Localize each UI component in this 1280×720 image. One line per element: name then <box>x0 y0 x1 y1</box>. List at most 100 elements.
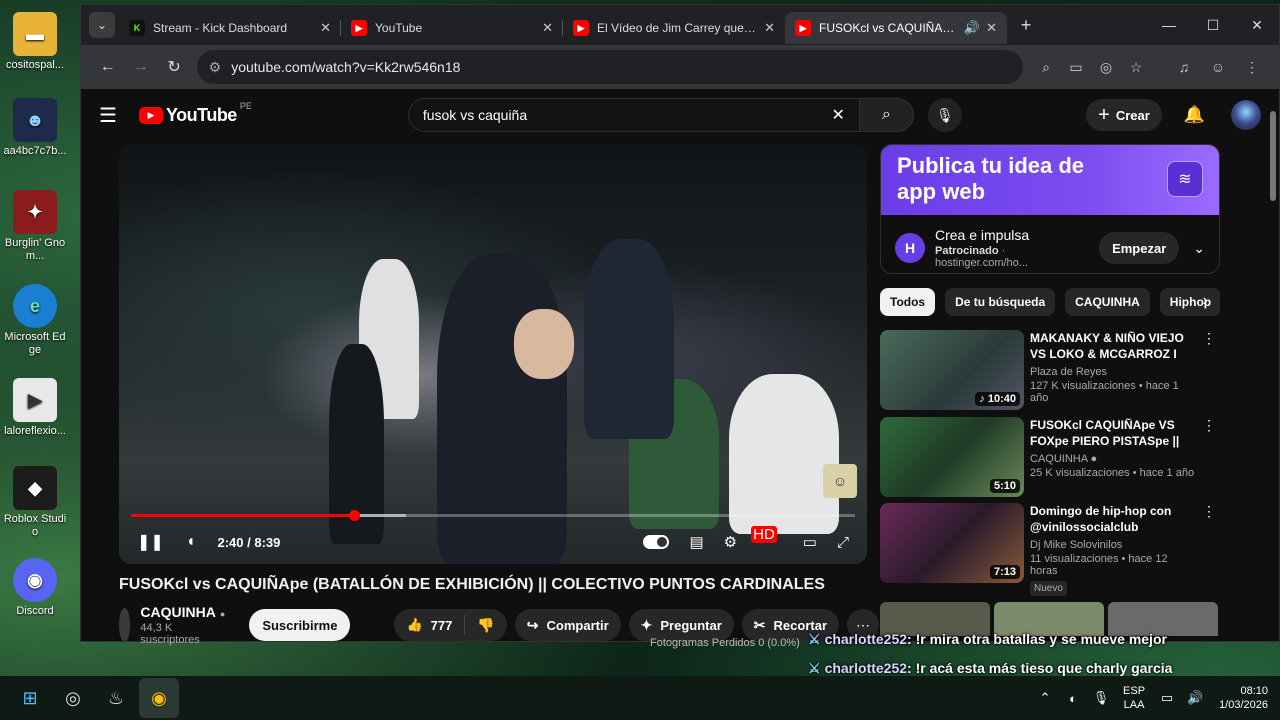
channel-avatar[interactable] <box>119 608 131 642</box>
desktop-icon-label: cositospal... <box>5 59 65 71</box>
rec-title[interactable]: MAKANAKY & NIÑO VIEJO VS LOKO & MCGARROZ… <box>1030 330 1196 362</box>
maximize-icon[interactable]: ☐ <box>1191 17 1235 34</box>
search-button[interactable]: ⌕ <box>859 98 914 132</box>
progress-bar[interactable] <box>131 510 855 521</box>
ad-banner[interactable]: Publica tu idea de app web ≋ <box>881 145 1219 215</box>
tab-jim-carrey-video[interactable]: ▶ El Vídeo de Jim Carrey que es e ✕ <box>563 12 785 44</box>
video-frame-face <box>514 309 574 379</box>
more-vert-icon[interactable]: ⋮ <box>1202 330 1216 347</box>
more-vert-icon[interactable]: ⋮ <box>1202 417 1216 434</box>
site-info-icon[interactable]: ⚙ <box>209 59 222 76</box>
share-button[interactable]: ↪ Compartir <box>514 609 621 641</box>
notifications-bell-icon[interactable]: 🔔 <box>1184 105 1205 125</box>
volume-icon[interactable]: ◖ <box>186 533 196 551</box>
zoom-icon[interactable]: ⌕ <box>1031 59 1061 76</box>
menu-dots-icon[interactable]: ⋮ <box>1235 59 1269 76</box>
ad-cta-button[interactable]: Empezar <box>1099 232 1180 264</box>
tab-kick-dashboard[interactable]: K Stream - Kick Dashboard ✕ <box>119 12 341 44</box>
autoplay-toggle[interactable] <box>643 535 670 549</box>
tab-close-icon[interactable]: ✕ <box>320 20 331 36</box>
chevron-up-icon[interactable]: ⌃ <box>1031 690 1059 706</box>
desktop-icon-discord[interactable]: ◉ Discord <box>2 558 68 618</box>
speaker-icon[interactable]: 🔊 <box>1181 690 1209 706</box>
tray-app-icon[interactable]: ◐ <box>1059 691 1087 706</box>
minimize-icon[interactable]: — <box>1147 17 1191 34</box>
channel-watermark[interactable]: ☺ <box>823 464 857 498</box>
hostinger-logo-icon: H <box>895 233 925 263</box>
tab-youtube[interactable]: ▶ YouTube ✕ <box>341 12 563 44</box>
tab-close-icon[interactable]: ✕ <box>986 20 997 36</box>
fullscreen-icon[interactable]: ⤢ <box>837 534 849 551</box>
profile-icon[interactable]: ☺ <box>1201 59 1235 76</box>
sponsored-ad[interactable]: Publica tu idea de app web ≋ H Crea e im… <box>880 144 1220 274</box>
rec-channel[interactable]: CAQUINHA ● <box>1030 453 1196 465</box>
tab-close-icon[interactable]: ✕ <box>764 20 775 36</box>
chip-from-search[interactable]: De tu búsqueda <box>945 288 1056 316</box>
steam-icon[interactable]: ♨ <box>96 678 136 718</box>
rec-channel[interactable]: Dj Mike Solovinilos <box>1030 539 1196 551</box>
media-control-icon[interactable]: ♫ <box>1167 59 1201 76</box>
desktop-icon-video-file[interactable]: ▶ laloreflexio... <box>2 378 68 438</box>
rec-channel[interactable]: Plaza de Reyes <box>1030 366 1196 378</box>
voice-search-button[interactable]: 🎙 <box>927 98 962 132</box>
youtube-logo[interactable]: ▶ YouTube PE <box>139 101 252 126</box>
desktop-icon-avatar-art[interactable]: ☻ aa4bc7c7b... <box>2 98 68 158</box>
reload-icon[interactable]: ↻ <box>157 57 190 77</box>
back-icon[interactable]: ← <box>91 58 124 76</box>
video-player[interactable]: ☺ ❚❚ ◖ 2:40 / 8:39 ▤ ⚙ HD ▭ ⤢ <box>119 144 867 564</box>
chip-channel[interactable]: CAQUINHA <box>1065 288 1150 316</box>
chip-hiphop[interactable]: Hiphop <box>1159 288 1220 316</box>
share-label: Compartir <box>546 617 609 633</box>
settings-gear-icon[interactable]: ⚙ <box>724 533 737 551</box>
subtitles-icon[interactable]: ▤ <box>689 533 703 551</box>
desktop-icon-game[interactable]: ✦ Burglin' Gnom... <box>2 190 68 263</box>
hamburger-menu-icon[interactable]: ☰ <box>99 103 139 128</box>
rec-title[interactable]: FUSOKcl CAQUIÑApe VS FOXpe PIERO PISTASp… <box>1030 417 1196 449</box>
like-button[interactable]: 👍 777 <box>394 615 466 635</box>
tab-audio-icon[interactable]: 🔊 <box>964 20 980 36</box>
rec-title[interactable]: Domingo de hip-hop con @vinilossocialclu… <box>1030 503 1196 535</box>
clear-search-icon[interactable]: ✕ <box>831 105 844 125</box>
chrome-icon[interactable]: ◉ <box>139 678 179 718</box>
list-item[interactable]: 7:13 Domingo de hip-hop con @vinilossoci… <box>880 503 1220 596</box>
video-thumbnail[interactable]: ♪ 10:40 <box>880 330 1024 410</box>
chevron-right-icon[interactable]: › <box>1203 292 1208 310</box>
list-item[interactable]: 5:10 FUSOKcl CAQUIÑApe VS FOXpe PIERO PI… <box>880 417 1220 497</box>
desktop-icon-roblox[interactable]: ◆ Roblox Studio <box>2 466 68 539</box>
bookmark-star-icon[interactable]: ☆ <box>1121 59 1151 76</box>
rec-meta: 11 visualizaciones • hace 12 horas <box>1030 553 1168 577</box>
tab-search-button[interactable]: ⌄ <box>89 12 115 38</box>
more-vert-icon[interactable]: ⋮ <box>1202 503 1216 520</box>
list-item[interactable]: ♪ 10:40 MAKANAKY & NIÑO VIEJO VS LOKO & … <box>880 330 1220 410</box>
new-tab-button[interactable]: + <box>1013 15 1039 36</box>
desktop-icon-folder[interactable]: ▬ cositospal... <box>2 12 68 72</box>
mic-tray-icon[interactable]: 🎙 <box>1087 690 1115 706</box>
tab-fusok-video[interactable]: ▶ FUSOKcl vs CAQUIÑApe (BA 🔊 ✕ <box>785 12 1007 44</box>
clock[interactable]: 08:10 1/03/2026 <box>1219 684 1268 712</box>
language-indicator[interactable]: ESP LAA <box>1123 684 1145 712</box>
cast-icon[interactable]: ▭ <box>1061 59 1091 76</box>
page-scrollbar[interactable] <box>1269 101 1277 641</box>
forward-icon[interactable]: → <box>124 58 157 76</box>
youtube-favicon-icon: ▶ <box>351 20 367 36</box>
account-avatar[interactable] <box>1231 100 1261 130</box>
video-thumbnail[interactable]: 7:13 <box>880 503 1024 583</box>
channel-name[interactable]: CAQUINHA <box>140 604 215 620</box>
create-button[interactable]: + Crear <box>1086 99 1162 131</box>
desktop-icon-edge[interactable]: e Microsoft Edge <box>2 284 68 357</box>
subscribe-button[interactable]: Suscribirme <box>249 609 351 641</box>
pause-icon[interactable]: ❚❚ <box>137 532 164 552</box>
obs-icon[interactable]: ◎ <box>53 678 93 718</box>
close-window-icon[interactable]: ✕ <box>1235 17 1279 34</box>
windows-start-icon[interactable]: ⊞ <box>10 678 50 718</box>
theater-mode-icon[interactable]: ▭ <box>803 533 817 551</box>
eye-off-icon[interactable]: ◎ <box>1091 59 1121 76</box>
chip-all[interactable]: Todos <box>880 288 936 316</box>
tab-close-icon[interactable]: ✕ <box>542 20 553 36</box>
dislike-button[interactable]: 👎 <box>465 617 506 634</box>
network-icon[interactable]: ▭ <box>1153 690 1181 706</box>
address-bar[interactable]: ⚙ youtube.com/watch?v=Kk2rw546n18 <box>196 50 1023 84</box>
search-input[interactable]: fusok vs caquiña ✕ <box>407 98 860 132</box>
video-thumbnail[interactable]: 5:10 <box>880 417 1024 497</box>
chevron-down-icon[interactable]: ⌄ <box>1193 240 1205 257</box>
